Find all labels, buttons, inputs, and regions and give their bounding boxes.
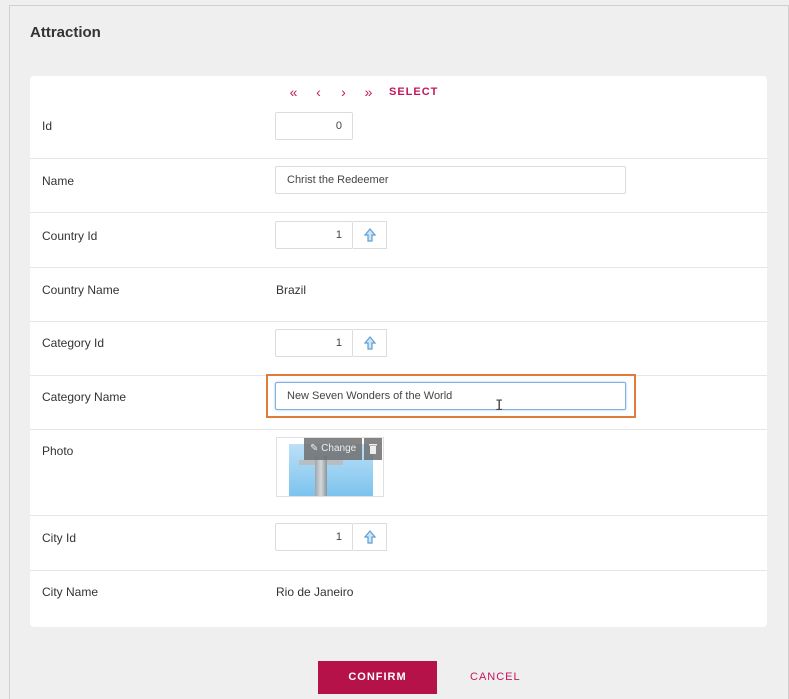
change-photo-label: Change bbox=[321, 443, 357, 454]
country-prompt-button[interactable] bbox=[353, 221, 387, 249]
record-navigation: « ‹ › » SELECT bbox=[281, 83, 438, 101]
select-button[interactable]: SELECT bbox=[389, 86, 438, 98]
name-field[interactable]: Christ the Redeemer bbox=[275, 166, 626, 194]
row-photo bbox=[30, 429, 767, 516]
city-name-value: Rio de Janeiro bbox=[276, 585, 354, 599]
city-name-label: City Name bbox=[42, 585, 99, 599]
city-prompt-button[interactable] bbox=[353, 523, 387, 551]
name-label: Name bbox=[42, 174, 75, 188]
change-photo-button[interactable]: ✎ Change bbox=[304, 438, 363, 460]
pencil-icon: ✎ bbox=[310, 443, 319, 454]
delete-photo-button[interactable] bbox=[364, 438, 383, 460]
category-id-label: Category Id bbox=[42, 336, 105, 350]
id-field[interactable]: 0 bbox=[275, 112, 353, 140]
last-record-button[interactable]: » bbox=[356, 84, 381, 100]
trash-icon bbox=[369, 444, 378, 454]
next-record-button[interactable]: › bbox=[331, 84, 356, 100]
country-id-field[interactable]: 1 bbox=[275, 221, 353, 249]
upload-arrow-icon bbox=[363, 530, 376, 544]
photo-tools: ✎ Change bbox=[304, 438, 383, 460]
photo-statue bbox=[315, 456, 327, 496]
row-country-id bbox=[30, 212, 767, 268]
category-name-label: Category Name bbox=[42, 390, 127, 404]
cancel-button[interactable]: CANCEL bbox=[470, 661, 521, 694]
row-country-name bbox=[30, 267, 767, 322]
confirm-button[interactable]: CONFIRM bbox=[318, 661, 437, 694]
country-name-value: Brazil bbox=[276, 283, 307, 297]
first-record-button[interactable]: « bbox=[281, 84, 306, 100]
city-id-label: City Id bbox=[42, 531, 77, 545]
text-cursor-icon: I bbox=[495, 398, 504, 414]
upload-arrow-icon bbox=[363, 336, 376, 350]
country-id-label: Country Id bbox=[42, 229, 98, 243]
page-title: Attraction bbox=[30, 24, 101, 41]
city-id-field[interactable]: 1 bbox=[275, 523, 353, 551]
row-city-id bbox=[30, 515, 767, 571]
category-prompt-button[interactable] bbox=[353, 329, 387, 357]
row-id bbox=[30, 104, 767, 159]
country-name-label: Country Name bbox=[42, 283, 120, 297]
id-label: Id bbox=[42, 119, 53, 133]
row-category-id bbox=[30, 321, 767, 376]
category-id-field[interactable]: 1 bbox=[275, 329, 353, 357]
photo-label: Photo bbox=[42, 444, 74, 458]
upload-arrow-icon bbox=[363, 228, 376, 242]
previous-record-button[interactable]: ‹ bbox=[306, 84, 331, 100]
category-name-field[interactable]: New Seven Wonders of the World bbox=[275, 382, 626, 410]
